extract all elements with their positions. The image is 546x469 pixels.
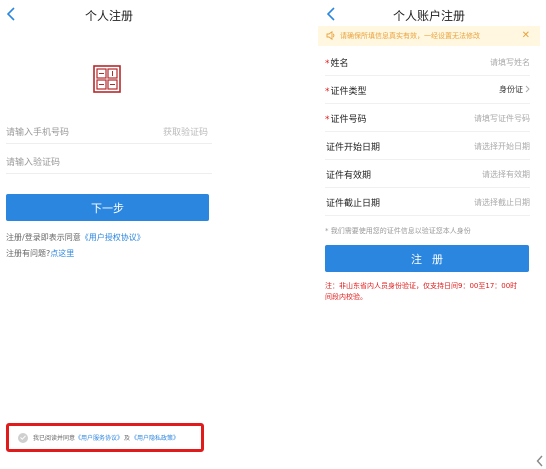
id-type-value: 身份证 bbox=[499, 84, 530, 95]
user-authorization-link[interactable]: 《用户授权协议》 bbox=[81, 233, 145, 242]
code-placeholder: 请输入验证码 bbox=[6, 158, 61, 168]
page-title: 个人账户注册 bbox=[392, 9, 465, 23]
id-type-select[interactable]: *证件类型 身份证 bbox=[325, 76, 530, 104]
speaker-icon bbox=[326, 30, 336, 42]
seal-logo-icon bbox=[92, 64, 122, 94]
id-start-date-field[interactable]: 证件开始日期 请选择开始日期 bbox=[325, 132, 530, 160]
field-label: *证件类型 bbox=[325, 87, 367, 97]
id-number-field[interactable]: *证件号码 请填写证件号码 bbox=[325, 104, 530, 132]
page-title: 个人注册 bbox=[84, 9, 133, 23]
field-label: 证件开始日期 bbox=[326, 143, 381, 153]
phone-placeholder: 请输入手机号码 bbox=[6, 128, 70, 138]
id-end-date-field[interactable]: 证件截止日期 请选择截止日期 bbox=[325, 188, 530, 216]
account-register-screen: 个人账户注册 请确保所填信息真实有效，一经设置无法修改 ✕ *姓名 请填写姓名 … bbox=[318, 0, 540, 469]
name-field[interactable]: *姓名 请填写姓名 bbox=[325, 48, 530, 76]
help-prefix: 注册有问题? bbox=[6, 249, 51, 258]
field-placeholder: 请填写证件号码 bbox=[474, 114, 530, 123]
get-code-button[interactable]: 获取验证码 bbox=[163, 125, 208, 138]
notice-bar: 请确保所填信息真实有效，一经设置无法修改 ✕ bbox=[318, 26, 540, 46]
personal-register-screen: 个人注册 请输入手机号码 获取验证码 请输入验证码 下一步 注册/登录即表示同意… bbox=[0, 0, 218, 469]
code-field[interactable]: 请输入验证码 bbox=[6, 148, 212, 174]
service-agreement-link[interactable]: 《用户服务协议》 bbox=[75, 433, 123, 442]
privacy-policy-link[interactable]: 《用户隐私政策》 bbox=[131, 433, 179, 442]
field-placeholder: 请选择开始日期 bbox=[474, 142, 530, 151]
consent-and: 及 bbox=[124, 435, 131, 442]
verification-note: 注：非山东省内人员身份验证，仅支持日间9：00至17：00时 间段内校验。 bbox=[325, 282, 518, 301]
next-button[interactable]: 下一步 bbox=[6, 194, 209, 221]
help-line: 注册有问题?点这里 bbox=[6, 248, 74, 259]
nav-bar: 个人注册 bbox=[0, 0, 218, 30]
id-validity-field[interactable]: 证件有效期 请选择有效期 bbox=[325, 160, 530, 188]
chevron-right-icon bbox=[525, 85, 530, 95]
phone-field[interactable]: 请输入手机号码 获取验证码 bbox=[6, 118, 212, 144]
notice-text: 请确保所填信息真实有效，一经设置无法修改 bbox=[340, 32, 480, 40]
consent-prefix: 我已阅读并同意 bbox=[33, 435, 76, 442]
field-label: 证件有效期 bbox=[326, 171, 372, 181]
close-icon[interactable]: ✕ bbox=[522, 30, 530, 41]
agreement-prefix: 注册/登录即表示同意 bbox=[6, 233, 81, 242]
field-placeholder: 请填写姓名 bbox=[490, 58, 530, 67]
help-link[interactable]: 点这里 bbox=[50, 249, 74, 258]
field-label: *姓名 bbox=[325, 59, 349, 69]
register-button[interactable]: 注册 bbox=[325, 245, 529, 272]
check-circle-icon[interactable] bbox=[18, 432, 28, 443]
field-label: 证件截止日期 bbox=[326, 199, 381, 209]
field-placeholder: 请选择有效期 bbox=[482, 170, 530, 179]
field-placeholder: 请选择截止日期 bbox=[474, 198, 530, 207]
chevron-left-icon[interactable] bbox=[536, 452, 546, 467]
agreement-line: 注册/登录即表示同意《用户授权协议》 bbox=[6, 232, 145, 243]
id-usage-tip: * 我们需要使用您的证件信息以验证您本人身份 bbox=[325, 227, 471, 235]
field-label: *证件号码 bbox=[325, 115, 367, 125]
consent-box: 我已阅读并同意 《用户服务协议》 及 《用户隐私政策》 bbox=[6, 423, 204, 452]
